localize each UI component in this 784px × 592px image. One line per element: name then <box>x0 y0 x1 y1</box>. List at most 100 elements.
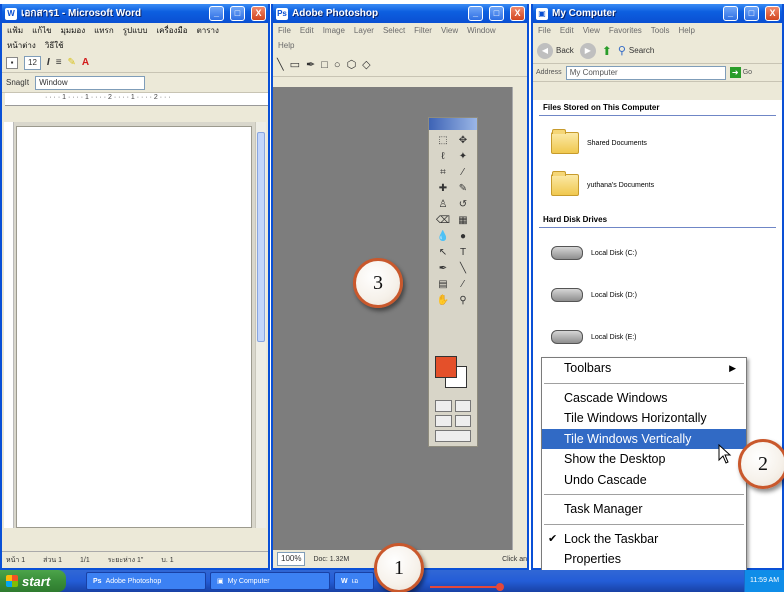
task-photoshop[interactable]: Ps Adobe Photoshop <box>86 572 206 590</box>
menu-item-task-manager[interactable]: Task Manager <box>542 499 746 520</box>
local-disk-d-item[interactable]: Local Disk (D:) <box>533 274 782 316</box>
ps-menu-edit[interactable]: Edit <box>300 26 314 35</box>
up-folder-icon[interactable]: ⬆ <box>602 44 612 58</box>
palette-well[interactable] <box>512 87 527 550</box>
menu-item-properties[interactable]: Properties <box>542 549 746 570</box>
move-tool-icon[interactable]: ✥ <box>454 134 472 148</box>
go-button[interactable]: ➜ Go <box>729 67 752 78</box>
stamp-tool-icon[interactable]: ♙ <box>434 198 452 212</box>
font-size-select[interactable]: 12 <box>24 55 41 70</box>
font-color-icon[interactable]: A <box>82 57 89 68</box>
task-word[interactable]: W เอ <box>334 572 374 590</box>
back-button[interactable]: ◀ Back <box>537 42 574 59</box>
custom-shape-icon[interactable]: ◇ <box>362 58 370 71</box>
photoshop-titlebar[interactable]: Ps Adobe Photoshop _ □ X <box>273 4 527 23</box>
menu-item-tile-horizontal[interactable]: Tile Windows Horizontally <box>542 408 746 429</box>
eyedropper-icon[interactable]: ⁄ <box>454 278 472 292</box>
fullscreen-mode-icon[interactable] <box>454 415 471 427</box>
menu-insert[interactable]: แทรก <box>94 24 114 37</box>
close-icon[interactable]: X <box>765 6 780 21</box>
document-page[interactable] <box>16 126 252 528</box>
system-tray-clock[interactable]: 11:59 AM <box>744 570 784 592</box>
zoom-tool-icon[interactable]: ⚲ <box>454 294 472 308</box>
standard-mode-icon[interactable] <box>435 400 452 412</box>
menu-view[interactable]: มุมมอง <box>61 24 86 37</box>
mc-menu-view[interactable]: View <box>583 26 600 35</box>
mc-menu-edit[interactable]: Edit <box>560 26 574 35</box>
type-tool-icon[interactable]: T <box>454 246 472 260</box>
ellipse-shape-icon[interactable]: ○ <box>334 59 341 71</box>
menu-item-lock-taskbar[interactable]: ✔ Lock the Taskbar <box>542 529 746 550</box>
menu-help[interactable]: วิธีใช้ <box>45 39 64 52</box>
marquee-tool-icon[interactable]: ⬚ <box>434 134 452 148</box>
toolbox-header[interactable] <box>429 118 477 130</box>
align-icon[interactable]: ≡ <box>56 57 62 68</box>
path-select-icon[interactable]: ↖ <box>434 246 452 260</box>
minimize-icon[interactable]: _ <box>468 6 483 21</box>
word-window[interactable]: W เอกสาร1 - Microsoft Word _ □ X แฟ้ม แก… <box>0 4 270 570</box>
menu-item-cascade[interactable]: Cascade Windows <box>542 388 746 409</box>
forward-icon[interactable]: ▶ <box>579 42 596 59</box>
menu-item-tile-vertical[interactable]: Tile Windows Vertically <box>542 428 746 449</box>
ps-menu-image[interactable]: Image <box>323 26 345 35</box>
healing-brush-icon[interactable]: ✚ <box>434 182 452 196</box>
dodge-tool-icon[interactable]: ● <box>454 230 472 244</box>
mc-menu-favorites[interactable]: Favorites <box>609 26 642 35</box>
ps-menu-layer[interactable]: Layer <box>354 26 374 35</box>
save-icon[interactable]: ▪ <box>6 56 18 69</box>
foreground-color-swatch[interactable] <box>435 356 457 378</box>
snagit-button[interactable]: SnagIt <box>6 78 29 87</box>
local-disk-e-item[interactable]: Local Disk (E:) <box>533 316 782 358</box>
pen-tool-icon[interactable]: ✒ <box>434 262 452 276</box>
crop-tool-icon[interactable]: ⌗ <box>434 166 452 180</box>
ps-menu-file[interactable]: File <box>278 26 291 35</box>
history-brush-icon[interactable]: ↺ <box>454 198 472 212</box>
ps-menu-filter[interactable]: Filter <box>414 26 432 35</box>
highlight-icon[interactable]: ✎ <box>68 57 76 68</box>
maximize-icon[interactable]: □ <box>489 6 504 21</box>
menu-edit[interactable]: แก้ไข <box>32 24 52 37</box>
mc-menu-help[interactable]: Help <box>678 26 694 35</box>
ps-menu-view[interactable]: View <box>441 26 458 35</box>
local-disk-c-item[interactable]: Local Disk (C:) <box>533 232 782 274</box>
menu-item-show-desktop[interactable]: Show the Desktop <box>542 449 746 470</box>
menu-file[interactable]: แฟ้ม <box>7 24 23 37</box>
pen-icon[interactable]: ✒ <box>306 58 315 71</box>
magic-wand-icon[interactable]: ✦ <box>454 150 472 164</box>
menu-table[interactable]: ตาราง <box>197 24 219 37</box>
my-computer-titlebar[interactable]: ▣ My Computer _ □ X <box>533 4 782 23</box>
window-select[interactable]: Window <box>35 75 146 90</box>
ps-menu-select[interactable]: Select <box>383 26 405 35</box>
line-tool-icon[interactable]: ╲ <box>277 58 284 71</box>
address-field[interactable]: My Computer <box>565 65 726 80</box>
hand-tool-icon[interactable]: ✋ <box>434 294 452 308</box>
task-my-computer[interactable]: ▣ My Computer <box>210 572 330 590</box>
lasso-tool-icon[interactable]: ℓ <box>434 150 452 164</box>
screen-mode-icon[interactable] <box>435 415 452 427</box>
brush-tool-icon[interactable]: ✎ <box>454 182 472 196</box>
minimize-icon[interactable]: _ <box>723 6 738 21</box>
gradient-tool-icon[interactable]: ▦ <box>454 214 472 228</box>
close-icon[interactable]: X <box>251 6 266 21</box>
slice-tool-icon[interactable]: ⁄ <box>454 166 472 180</box>
notes-tool-icon[interactable]: ▤ <box>434 278 452 292</box>
mc-menu-file[interactable]: File <box>538 26 551 35</box>
close-icon[interactable]: X <box>510 6 525 21</box>
mc-menu-tools[interactable]: Tools <box>651 26 670 35</box>
polygon-shape-icon[interactable]: ⬡ <box>347 58 357 71</box>
minimize-icon[interactable]: _ <box>209 6 224 21</box>
line-shape-tool-icon[interactable]: ╲ <box>454 262 472 276</box>
ps-menu-help[interactable]: Help <box>278 41 294 50</box>
menu-format[interactable]: รูปแบบ <box>123 24 148 37</box>
shared-documents-item[interactable]: Shared Documents <box>533 122 782 164</box>
quickmask-mode-icon[interactable] <box>454 400 471 412</box>
start-button[interactable]: start <box>0 570 66 592</box>
jump-to-imageready-icon[interactable] <box>435 430 471 442</box>
menu-item-toolbars[interactable]: Toolbars ▶ <box>542 358 746 379</box>
scroll-thumb[interactable] <box>257 132 265 342</box>
menu-window[interactable]: หน้าต่าง <box>7 39 36 52</box>
user-documents-item[interactable]: yuthana's Documents <box>533 164 782 206</box>
italic-icon[interactable]: I <box>47 57 50 68</box>
search-button[interactable]: ⚲ Search <box>618 44 654 57</box>
word-titlebar[interactable]: W เอกสาร1 - Microsoft Word _ □ X <box>2 4 268 23</box>
